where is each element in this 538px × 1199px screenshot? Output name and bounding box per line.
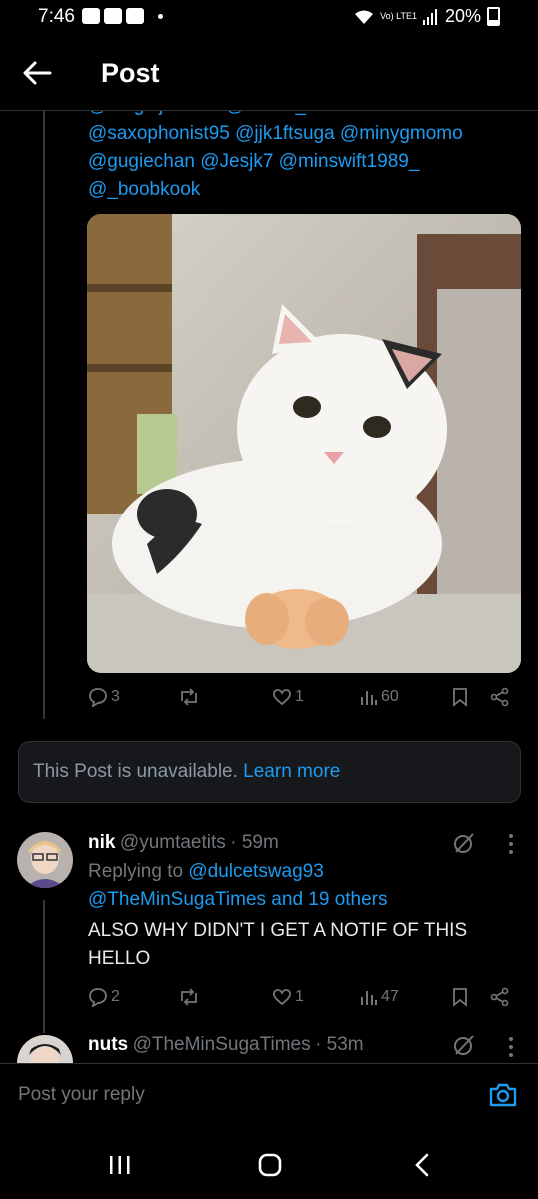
- status-right: Vo) LTE1 20%: [354, 6, 500, 27]
- reply-icon: [89, 688, 107, 707]
- views-icon: [361, 691, 377, 705]
- unavailable-post-card: This Post is unavailable. Learn more: [18, 741, 521, 803]
- heart-icon: [273, 689, 291, 706]
- reply-composer: Post your reply: [0, 1063, 538, 1127]
- reply-button[interactable]: 2: [88, 987, 120, 1007]
- status-time: 7:46: [38, 6, 75, 27]
- author-name[interactable]: nik: [88, 832, 115, 853]
- camera-button[interactable]: [488, 1081, 518, 1109]
- replying-to-others[interactable]: @TheMinSugaTimes and 19 others: [88, 886, 388, 914]
- reply-text: ALSO WHY DIDN'T I GET A NOTIF OF THIS HE…: [88, 917, 528, 973]
- bookmark-icon: [453, 688, 467, 707]
- grok-icon: [454, 1035, 474, 1055]
- share-icon: [490, 687, 509, 707]
- page-title: Post: [101, 58, 160, 88]
- replying-prefix: Replying to: [88, 861, 184, 882]
- more-notifications-icon: [158, 14, 163, 19]
- unavailable-text-row: This Post is unavailable. Learn more: [33, 761, 340, 783]
- reply-icon: [89, 988, 107, 1007]
- views-button[interactable]: 60: [360, 687, 399, 707]
- back-arrow-icon: [23, 61, 52, 85]
- post-time: · 59m: [230, 832, 279, 853]
- avatar[interactable]: [17, 832, 73, 888]
- reply-action-bar: 2 1 47: [0, 983, 538, 1013]
- network-label: Vo) LTE1: [380, 11, 417, 21]
- reply-header: nik @yumtaetits · 59m: [88, 832, 279, 854]
- views-button[interactable]: 47: [360, 987, 399, 1007]
- repost-button[interactable]: [178, 987, 200, 1007]
- reply-input[interactable]: Post your reply: [18, 1084, 145, 1106]
- share-button[interactable]: [490, 987, 510, 1007]
- cat-photo: [87, 214, 521, 673]
- thread-line-2: [43, 900, 45, 1033]
- author-handle[interactable]: @yumtaetits: [120, 832, 226, 853]
- thread-line: [43, 111, 45, 719]
- recent-apps-icon: [110, 1156, 130, 1174]
- status-bar: 7:46 Vo) LTE1 20%: [0, 0, 538, 34]
- system-back-button[interactable]: [413, 1153, 431, 1182]
- learn-more-link[interactable]: Learn more: [243, 761, 340, 782]
- home-icon: [258, 1153, 282, 1177]
- post-image[interactable]: [87, 214, 521, 673]
- more-vertical-icon: [509, 1037, 513, 1057]
- views-count: 60: [381, 688, 399, 705]
- views-count: 47: [381, 988, 399, 1005]
- reply-text-line: ALSO WHY DIDN'T I GET A NOTIF OF THIS: [88, 920, 468, 941]
- mention-line[interactable]: @_boobkook: [88, 176, 528, 204]
- bookmark-button[interactable]: [452, 987, 468, 1007]
- like-button[interactable]: 1: [272, 687, 304, 707]
- reply-count: 2: [111, 988, 120, 1005]
- mention-line[interactable]: @gugiechan @Jesjk7 @minswift1989_: [88, 148, 528, 176]
- like-count: 1: [295, 988, 304, 1005]
- recent-apps-button[interactable]: [108, 1154, 132, 1181]
- grok-button[interactable]: [452, 1033, 476, 1062]
- share-icon: [490, 987, 509, 1007]
- author-name[interactable]: nuts: [88, 1034, 128, 1055]
- pdf-app-icon: [82, 8, 100, 24]
- grok-button[interactable]: [452, 831, 476, 860]
- repost-icon: [181, 988, 197, 1006]
- battery-icon: [487, 7, 500, 26]
- author-handle[interactable]: @TheMinSugaTimes: [133, 1034, 311, 1055]
- replying-to: Replying to @dulcetswag93 @TheMinSugaTim…: [88, 858, 388, 914]
- battery-percent: 20%: [444, 6, 481, 26]
- system-nav-bar: [0, 1126, 538, 1199]
- reply-header: nuts @TheMinSugaTimes · 53m: [88, 1034, 364, 1056]
- bookmark-icon: [453, 988, 467, 1007]
- post-action-bar: 3 1 60: [0, 683, 538, 713]
- post-time: · 53m: [315, 1034, 364, 1055]
- more-options-button[interactable]: [508, 1036, 514, 1063]
- reply-count: 3: [111, 688, 120, 705]
- bookmark-button[interactable]: [452, 687, 468, 707]
- avatar-image: [17, 832, 73, 888]
- reply-button[interactable]: 3: [88, 687, 120, 707]
- reply-text-line: HELLO: [88, 948, 151, 969]
- notification-icons: [82, 8, 144, 24]
- grok-icon: [454, 833, 474, 853]
- like-button[interactable]: 1: [272, 987, 304, 1007]
- top-header: Post: [0, 38, 538, 111]
- wifi-icon: [355, 10, 374, 24]
- home-button[interactable]: [258, 1153, 282, 1182]
- signal-icon: [422, 8, 437, 25]
- chevron-left-icon: [415, 1153, 429, 1177]
- views-icon: [361, 991, 377, 1005]
- back-button[interactable]: [20, 56, 60, 90]
- youtube-app-icon: [104, 8, 122, 24]
- like-count: 1: [295, 688, 304, 705]
- repost-icon: [181, 688, 197, 706]
- heart-icon: [273, 989, 291, 1006]
- share-button[interactable]: [490, 687, 510, 707]
- repost-button[interactable]: [178, 687, 200, 707]
- mention-line[interactable]: @saxophonist95 @jjk1ftsuga @minygmomo: [88, 120, 528, 148]
- replying-to-handle[interactable]: @dulcetswag93: [188, 861, 323, 882]
- unavailable-text: This Post is unavailable.: [33, 761, 238, 782]
- more-vertical-icon: [509, 834, 513, 854]
- more-options-button[interactable]: [508, 833, 514, 860]
- camera-icon: [489, 1083, 517, 1107]
- youtube-app-icon-2: [126, 8, 144, 24]
